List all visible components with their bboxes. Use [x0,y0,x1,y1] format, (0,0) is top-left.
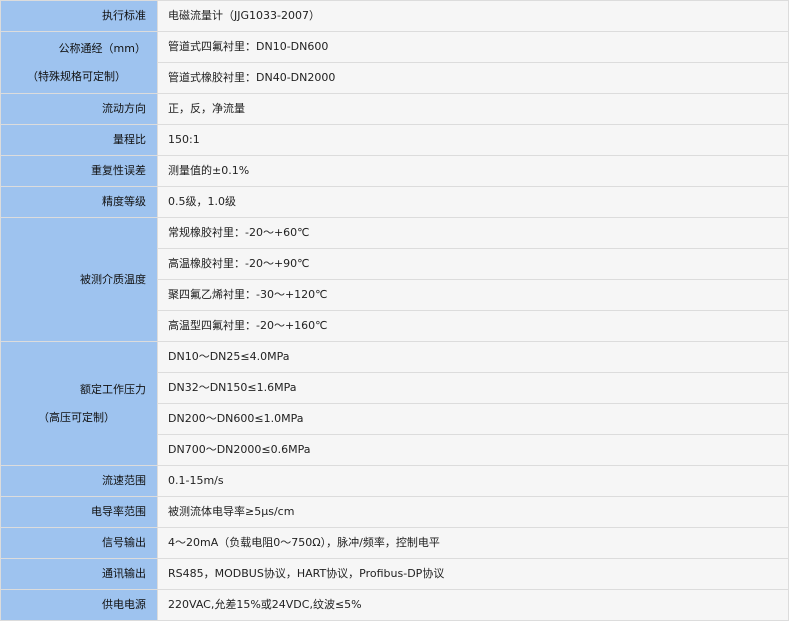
row-label-flow-direction: 流动方向 [0,93,158,125]
table-row: 量程比 150:1 [0,124,789,156]
row-value: 0.1-15m/s [157,465,789,497]
row-value: DN10～DN25≤4.0MPa [157,341,789,373]
row-label-conductivity: 电导率范围 [0,496,158,528]
table-row: 执行标准 电磁流量计（JJG1033-2007） [0,0,789,32]
table-row: 供电电源 220VAC,允差15%或24VDC,纹波≤5% [0,589,789,621]
row-value: 高温型四氟衬里：-20～+160℃ [157,310,789,342]
label-line: （特殊规格可定制） [27,69,126,83]
table-row: 信号输出 4～20mA（负载电阻0～750Ω），脉冲/频率，控制电平 [0,527,789,559]
table-row: 被测介质温度 常规橡胶衬里：-20～+60℃ [0,217,789,342]
row-label-nominal-diameter: 公称通经（mm） （特殊规格可定制） [0,31,158,94]
row-value: 正，反，净流量 [157,93,789,125]
table-row: 公称通经（mm） （特殊规格可定制） 管道式四氟衬里：DN10-DN600 [0,31,789,94]
row-value: 电磁流量计（JJG1033-2007） [157,0,789,32]
row-value: 150:1 [157,124,789,156]
table-row: 电导率范围 被测流体电导率≥5μs/cm [0,496,789,528]
row-value: 高温橡胶衬里：-20～+90℃ [157,248,789,280]
table-row: 流速范围 0.1-15m/s [0,465,789,497]
row-label-accuracy: 精度等级 [0,186,158,218]
row-value: 测量值的±0.1% [157,155,789,187]
row-value: DN200～DN600≤1.0MPa [157,403,789,435]
row-label-range-ratio: 量程比 [0,124,158,156]
row-value: DN32～DN150≤1.6MPa [157,372,789,404]
table-row: 额定工作压力 （高压可定制） DN10～DN25≤4.0MPa [0,341,789,466]
label-line: 额定工作压力 [80,382,146,396]
row-value: 管道式橡胶衬里：DN40-DN2000 [157,62,789,94]
row-value: 管道式四氟衬里：DN10-DN600 [157,31,789,63]
row-label-signal-output: 信号输出 [0,527,158,559]
row-value: 220VAC,允差15%或24VDC,纹波≤5% [157,589,789,621]
label-line: 公称通经（mm） [58,41,146,55]
row-value: 聚四氟乙烯衬里：-30～+120℃ [157,279,789,311]
table-row: 通讯输出 RS485，MODBUS协议，HART协议，Profibus-DP协议 [0,558,789,590]
row-label-standard: 执行标准 [0,0,158,32]
row-value: 被测流体电导率≥5μs/cm [157,496,789,528]
row-value: DN700～DN2000≤0.6MPa [157,434,789,466]
spec-table: 执行标准 电磁流量计（JJG1033-2007） 公称通经（mm） （特殊规格可… [0,0,789,621]
row-label-medium-temperature: 被测介质温度 [0,217,158,342]
row-value: 0.5级，1.0级 [157,186,789,218]
table-row: 重复性误差 测量值的±0.1% [0,155,789,187]
table-row: 流动方向 正，反，净流量 [0,93,789,125]
label-line: （高压可定制） [38,410,115,424]
row-value: 常规橡胶衬里：-20～+60℃ [157,217,789,249]
row-value: RS485，MODBUS协议，HART协议，Profibus-DP协议 [157,558,789,590]
row-label-rated-pressure: 额定工作压力 （高压可定制） [0,341,158,466]
table-row: 精度等级 0.5级，1.0级 [0,186,789,218]
row-value: 4～20mA（负载电阻0～750Ω），脉冲/频率，控制电平 [157,527,789,559]
row-label-velocity-range: 流速范围 [0,465,158,497]
row-label-communication: 通讯输出 [0,558,158,590]
row-label-repeatability: 重复性误差 [0,155,158,187]
row-label-power-supply: 供电电源 [0,589,158,621]
